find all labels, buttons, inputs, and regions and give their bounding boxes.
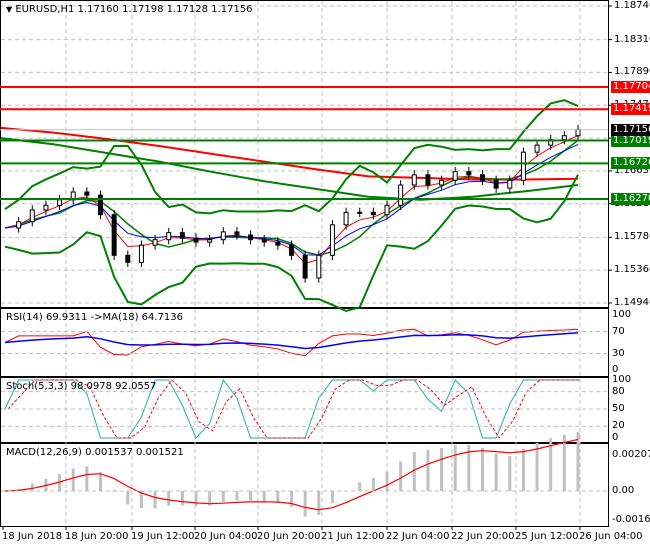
stoch-tick: 20 — [612, 420, 625, 432]
time-label: 20 Jun 04:00 — [194, 531, 258, 542]
candle-body — [493, 179, 499, 189]
rsi-tick: 100 — [612, 309, 632, 320]
open-price: 1.17160 — [77, 4, 119, 15]
candle-body — [84, 191, 90, 196]
candle-body — [193, 237, 199, 243]
candle-body — [343, 211, 349, 226]
price-label: 1.17890 — [614, 66, 650, 78]
candle-body — [179, 232, 185, 239]
time-label: 19 Jun 12:00 — [131, 531, 195, 542]
stoch-tick: 0 — [612, 432, 619, 443]
candle-body — [138, 244, 144, 263]
candle-body — [329, 224, 335, 256]
price-label: 1.18740 — [614, 0, 650, 11]
macd-tick: 0.00 — [612, 485, 635, 496]
candle-body — [125, 254, 131, 263]
candle-body — [452, 171, 458, 181]
time-label: 20 Jun 20:00 — [257, 531, 321, 542]
ma-red-line — [0, 126, 579, 181]
level-price-tag: 1.17019 — [611, 134, 650, 147]
rsi-tick: 30 — [612, 347, 625, 359]
candle-body — [289, 244, 294, 256]
bollinger-upper — [4, 99, 579, 215]
price-label: 1.15780 — [614, 231, 650, 243]
candle-body — [425, 174, 431, 186]
stoch-tick: 50 — [612, 403, 625, 414]
candle-body — [152, 239, 158, 246]
high-price: 1.17198 — [122, 4, 164, 15]
candle-body — [439, 179, 445, 186]
candle-body — [507, 179, 513, 189]
candle-body — [466, 171, 472, 176]
candle-body — [261, 239, 267, 243]
level-price-tag: 1.16726 — [611, 157, 650, 170]
candle-body — [111, 214, 117, 256]
stoch-tick: 100 — [612, 374, 632, 385]
candle-body — [357, 211, 363, 214]
candle-body — [275, 241, 281, 246]
current-price-tag: 1.17156 — [611, 123, 650, 136]
time-label: 21 Jun 12:00 — [321, 531, 385, 542]
candle-body — [411, 174, 417, 186]
time-label: 18 Jun 20:00 — [65, 531, 129, 542]
chart-window[interactable]: ▼ EURUSD,H1 1.17160 1.17198 1.17128 1.17… — [0, 0, 650, 550]
candle-body — [29, 209, 35, 223]
rsi-label: RSI(14) 69.9311 ->MA(18) 64.7136 — [6, 312, 183, 323]
symbol: EURUSD,H1 — [15, 4, 75, 15]
candle-body — [43, 204, 49, 211]
candle-body — [234, 231, 240, 236]
candle-body — [575, 128, 581, 137]
candle-body — [316, 254, 322, 279]
time-label: 22 Jun 20:00 — [451, 531, 515, 542]
macd-tick: -0.001699 — [612, 514, 650, 526]
rsi-ma-line — [4, 332, 579, 350]
price-label: 1.18310 — [614, 33, 650, 45]
macd-label: MACD(12,26,9) 0.001537 0.001521 — [6, 447, 184, 458]
level-price-tag: 1.17704 — [611, 80, 650, 93]
candle-body — [480, 174, 485, 181]
candle-body — [16, 221, 22, 229]
level-price-tag: 1.16270 — [611, 193, 650, 206]
candle-body — [302, 254, 308, 279]
candle-body — [370, 211, 376, 216]
candle-body — [166, 232, 172, 241]
rsi-line — [4, 328, 579, 357]
candle-body — [220, 231, 226, 241]
candle-body — [561, 135, 567, 141]
close-price: 1.17156 — [211, 4, 253, 15]
time-label: 25 Jun 12:00 — [515, 531, 579, 542]
candle-body — [57, 199, 63, 206]
time-label: 26 Jun 04:00 — [579, 531, 643, 542]
price-label: 1.15360 — [614, 264, 650, 276]
dropdown-triangle-icon[interactable]: ▼ — [6, 5, 12, 14]
time-label: 22 Jun 04:00 — [386, 531, 450, 542]
chart-canvas[interactable] — [0, 0, 650, 550]
candle-body — [207, 239, 213, 243]
level-price-tag: 1.17419 — [611, 103, 650, 116]
bollinger-middle — [4, 139, 579, 256]
candle-body — [520, 151, 526, 181]
time-label: 18 Jun 2018 — [2, 531, 63, 542]
macd-tick: 0.002077 — [612, 449, 650, 460]
stoch-tick: 80 — [612, 385, 625, 397]
price-label: 1.14940 — [614, 297, 650, 308]
chart-header: ▼ EURUSD,H1 1.17160 1.17198 1.17128 1.17… — [6, 4, 253, 15]
candle-body — [384, 204, 390, 216]
candle-body — [398, 184, 404, 206]
stoch-label: Stoch(5,3,3) 98.0978 92.0557 — [6, 381, 157, 392]
rsi-tick: 70 — [612, 325, 625, 337]
candle-body — [248, 234, 254, 241]
low-price: 1.17128 — [166, 4, 208, 15]
candle-body — [534, 144, 540, 153]
